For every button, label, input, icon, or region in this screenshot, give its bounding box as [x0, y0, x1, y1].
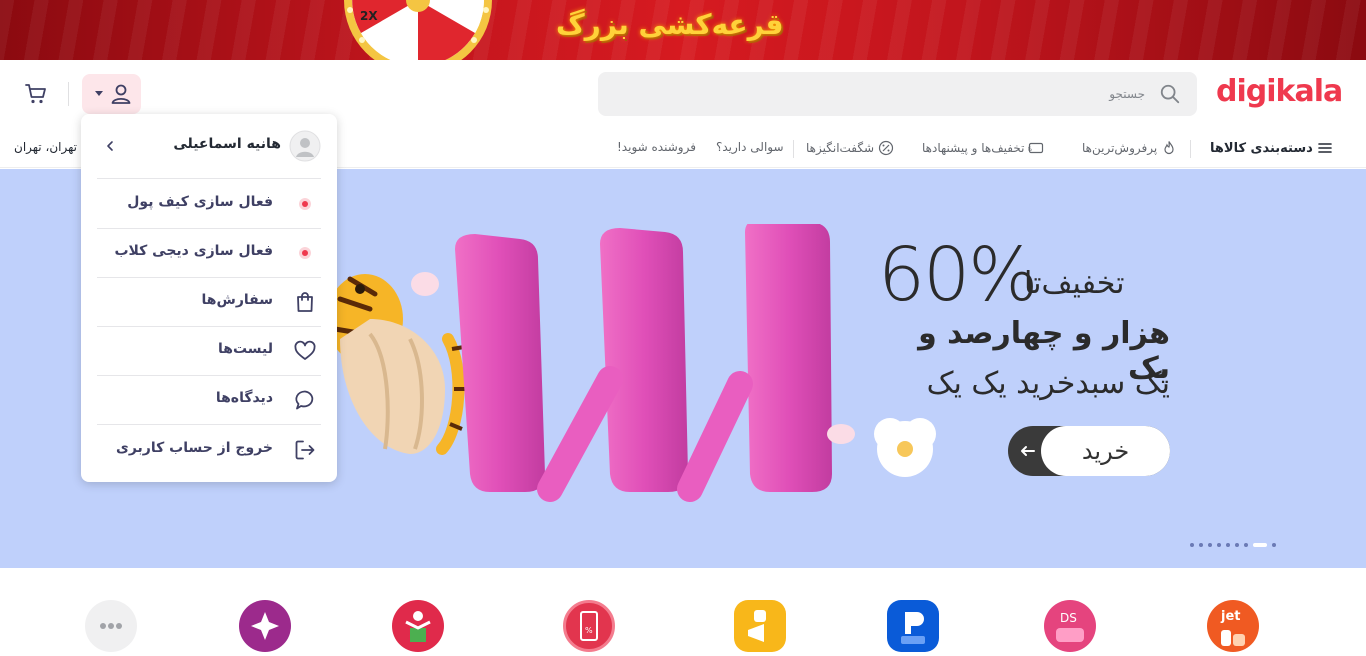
slider-dot[interactable] [1199, 543, 1203, 547]
jet-label: jet [1220, 609, 1241, 624]
slider-dot[interactable] [1217, 543, 1221, 547]
quick-link-mobile-discount[interactable]: % [563, 600, 615, 652]
nav-amazing-label: شگفت‌انگیزها [806, 141, 875, 155]
ds-logo-icon: DS [1056, 611, 1084, 642]
wheel-label-4: 2X [360, 9, 378, 23]
lottery-title: قرعه‌کشی بزرگ [556, 8, 784, 41]
menu-item-activate-digiclub[interactable]: فعال سازی دیجی کلاب [81, 228, 337, 277]
megaphone-icon [748, 610, 766, 642]
slider-dot-active[interactable] [1253, 543, 1267, 547]
nav-categories-label: دسته‌بندی کالاها [1210, 140, 1313, 156]
svg-text:%: % [585, 626, 593, 635]
menu-item-label: فعال سازی کیف پول [127, 194, 273, 210]
pink-1401-sculpture-image [455, 224, 832, 502]
quick-link-digipay[interactable] [887, 600, 939, 652]
top-promo-banner[interactable]: 2X 3X 4X 2X قرعه‌کشی بزرگ [0, 0, 1366, 60]
header-divider [68, 82, 69, 106]
red-dot-icon [299, 247, 311, 259]
nav-divider [1190, 140, 1191, 158]
location-selector[interactable]: تهران، تهران [14, 140, 77, 154]
user-name: هانیه اسماعیلی [173, 136, 281, 152]
search-input[interactable] [645, 72, 1145, 116]
search-bar[interactable] [598, 72, 1197, 116]
user-icon[interactable] [109, 82, 133, 106]
wheel-label-2: 3X [458, 5, 477, 20]
nav-divider [793, 140, 794, 158]
nav-offers-label: تخفیف‌ها و پیشنهادها [922, 141, 1025, 155]
slider-dot[interactable] [1208, 543, 1212, 547]
chevron-left-icon [107, 141, 113, 151]
menu-item-label: فعال سازی دیجی کلاب [114, 243, 273, 259]
nav-best-sellers[interactable]: پرفروش‌ترین‌ها [1082, 140, 1177, 156]
menu-item-label: خروج از حساب کاربری [116, 440, 273, 456]
arrow-left-icon [1021, 446, 1035, 456]
gift-person-icon [405, 611, 431, 642]
quick-link-club[interactable] [239, 600, 291, 652]
avatar [289, 130, 321, 162]
nav-categories[interactable]: دسته‌بندی کالاها [1210, 140, 1333, 156]
heart-icon [294, 340, 316, 360]
shopping-bag-icon [297, 292, 313, 312]
menu-item-logout[interactable]: خروج از حساب کاربری [81, 425, 337, 474]
quick-link-gift[interactable] [392, 600, 444, 652]
digikala-logo[interactable]: digikala [1216, 74, 1343, 109]
jet-logo-icon: jet [1220, 609, 1245, 646]
digipay-icon [901, 612, 925, 644]
menu-item-activate-wallet[interactable]: فعال سازی کیف پول [81, 179, 337, 228]
menu-item-label: لیست‌ها [217, 341, 273, 357]
hero-buy-button[interactable]: خرید [1008, 426, 1170, 476]
user-dropdown-menu: هانیه اسماعیلی فعال سازی کیف پول فعال سا… [81, 114, 337, 482]
flower-image [874, 418, 936, 477]
search-icon[interactable] [1159, 83, 1181, 105]
chevron-down-icon[interactable] [95, 91, 103, 96]
cart-icon[interactable] [24, 82, 48, 106]
petal-image [827, 424, 855, 444]
slider-dot[interactable] [1244, 543, 1248, 547]
slider-pagination[interactable] [1190, 543, 1276, 547]
hamburger-menu-icon [1318, 143, 1332, 153]
quick-link-jet[interactable]: jet [1207, 600, 1259, 652]
menu-item-comments[interactable]: دیدگاه‌ها [81, 375, 337, 424]
logout-icon [295, 440, 315, 460]
more-dots-icon [100, 623, 122, 629]
hero-buy-label: خرید [1041, 426, 1170, 476]
phone-discount-icon: % [580, 611, 598, 641]
menu-item-orders[interactable]: سفارش‌ها [81, 277, 337, 326]
nav-offers[interactable]: % تخفیف‌ها و پیشنهادها [922, 140, 1044, 156]
nav-questions-label: سوالی دارید؟ [716, 140, 784, 154]
menu-item-label: دیدگاه‌ها [215, 390, 273, 406]
sparkle-icon [251, 612, 279, 640]
nav-become-seller[interactable]: فروشنده شوید! [617, 140, 696, 154]
hero-discount-percent: 60% [878, 232, 1038, 318]
slider-dot[interactable] [1226, 543, 1230, 547]
slider-dot[interactable] [1190, 543, 1194, 547]
slider-dot[interactable] [1272, 543, 1276, 547]
red-dot-icon [299, 198, 311, 210]
discount-ticket-icon: % [1028, 142, 1044, 154]
hero-upto-label: تخفیف‌تا [1024, 266, 1125, 301]
svg-text:%: % [1028, 146, 1032, 153]
comment-icon [295, 390, 314, 410]
hero-subheadline: یک سبدخرید یک یک [926, 366, 1170, 401]
nav-best-sellers-label: پرفروش‌ترین‌ها [1082, 141, 1158, 155]
more-services-button[interactable] [85, 600, 137, 652]
ds-label: DS [1060, 611, 1077, 625]
quick-link-promotions[interactable] [734, 600, 786, 652]
user-profile-link[interactable]: هانیه اسماعیلی [81, 114, 337, 178]
percent-badge-icon [878, 140, 894, 156]
menu-item-lists[interactable]: لیست‌ها [81, 326, 337, 375]
nav-become-seller-label: فروشنده شوید! [617, 140, 696, 154]
menu-item-label: سفارش‌ها [201, 292, 273, 308]
prize-wheel-image: 2X 3X 4X 2X [344, 0, 492, 60]
fire-icon [1164, 141, 1174, 155]
nav-questions[interactable]: سوالی دارید؟ [716, 140, 784, 154]
nav-amazing[interactable]: شگفت‌انگیزها [806, 140, 894, 156]
slider-dot[interactable] [1235, 543, 1239, 547]
quick-link-digistyle[interactable]: DS [1044, 600, 1096, 652]
